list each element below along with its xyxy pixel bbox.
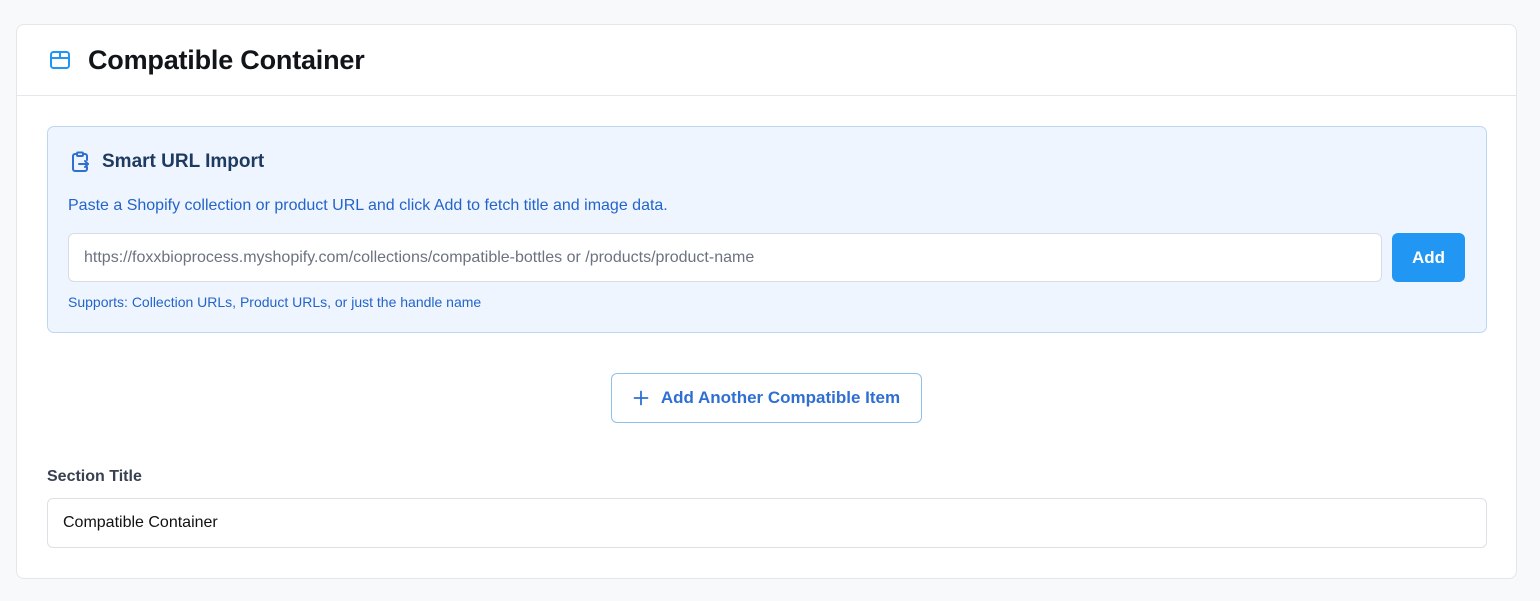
url-input[interactable] [68,233,1382,282]
section-title-label: Section Title [47,468,142,485]
page-title: Compatible Container [88,44,365,75]
add-item-label: Add Another Compatible Item [660,388,901,407]
clipboard-import-icon [68,150,92,174]
compatible-container-card: Compatible Container Smart URL Import Pa… [16,24,1517,579]
plus-icon [633,390,649,406]
add-compatible-item-button[interactable]: Add Another Compatible Item [611,373,922,423]
smart-url-import-panel: Smart URL Import Paste a Shopify collect… [47,126,1487,333]
supports-hint: Supports: Collection URLs, Product URLs,… [68,294,482,310]
add-url-button[interactable]: Add [1392,233,1465,282]
import-title-row: Smart URL Import [68,150,264,174]
section-title-input[interactable] [47,498,1487,548]
import-title: Smart URL Import [102,151,265,172]
package-icon [48,48,72,72]
card-header: Compatible Container [17,25,1516,96]
import-description: Paste a Shopify collection or product UR… [68,197,668,214]
